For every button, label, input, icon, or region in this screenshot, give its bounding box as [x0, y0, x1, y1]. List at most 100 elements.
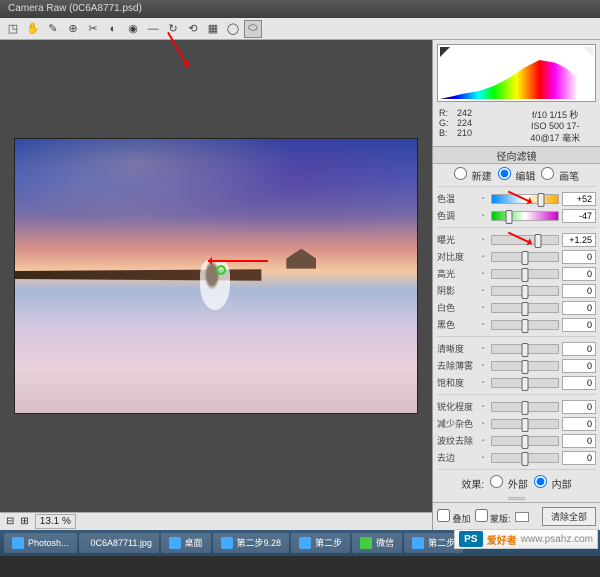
slider-value[interactable]: 0: [562, 318, 596, 332]
slider-track[interactable]: [491, 453, 559, 463]
mode-new[interactable]: 新建: [454, 167, 492, 183]
slider-thumb[interactable]: [522, 285, 529, 299]
tool-eyedropper[interactable]: ✎: [44, 20, 62, 38]
slider-value[interactable]: 0: [562, 359, 596, 373]
slider-track[interactable]: [491, 361, 559, 371]
slider-defringe[interactable]: 去边-0: [437, 449, 596, 466]
tool-brush[interactable]: —: [144, 20, 162, 38]
slider-value[interactable]: 0: [562, 376, 596, 390]
slider-track[interactable]: [491, 402, 559, 412]
mask-color-swatch[interactable]: [515, 512, 529, 522]
slider-track[interactable]: [491, 303, 559, 313]
task-item[interactable]: Photosh...: [4, 533, 77, 553]
tool-settings[interactable]: ▦: [204, 20, 222, 38]
task-item[interactable]: 桌面: [161, 533, 211, 553]
panel-footer: 叠加 蒙版: 清除全部: [433, 502, 600, 530]
slider-thumb[interactable]: [522, 418, 529, 432]
slider-track[interactable]: [491, 344, 559, 354]
watermark-logo: PS: [459, 531, 483, 547]
drag-handle[interactable]: ═══: [433, 494, 600, 502]
slider-track[interactable]: [491, 252, 559, 262]
slider-dehaze[interactable]: 去除薄雾-0: [437, 357, 596, 374]
slider-thumb[interactable]: [522, 343, 529, 357]
slider-thumb[interactable]: [522, 435, 529, 449]
slider-thumb[interactable]: [537, 193, 544, 207]
slider-value[interactable]: 0: [562, 342, 596, 356]
tool-radial[interactable]: ⬭: [244, 20, 262, 38]
tool-rotate[interactable]: ⟲: [184, 20, 202, 38]
shadow-clip-icon[interactable]: [440, 47, 450, 57]
slider-thumb[interactable]: [522, 319, 529, 333]
slider-thumb[interactable]: [522, 268, 529, 282]
task-item[interactable]: 0C6A87711.jpg: [79, 533, 159, 553]
slider-value[interactable]: +52: [562, 192, 596, 206]
mask-checkbox[interactable]: 蒙版:: [475, 509, 511, 525]
effect-outside[interactable]: 外部: [490, 475, 528, 491]
slider-value[interactable]: 0: [562, 301, 596, 315]
task-item[interactable]: 第二步: [291, 533, 350, 553]
tool-clone[interactable]: ↻: [164, 20, 182, 38]
tool-eye[interactable]: ◉: [124, 20, 142, 38]
slider-track[interactable]: [491, 436, 559, 446]
overlay-checkbox[interactable]: 叠加: [437, 509, 471, 525]
minus-icon: -: [478, 285, 488, 296]
highlight-clip-icon[interactable]: [583, 47, 593, 57]
preview-image[interactable]: [14, 138, 417, 414]
tool-adjust[interactable]: ◯: [224, 20, 242, 38]
slider-sharpness[interactable]: 锐化程度-0: [437, 398, 596, 415]
tool-hand[interactable]: ✋: [24, 20, 42, 38]
slider-tint[interactable]: 色调--47: [437, 207, 596, 224]
mode-edit[interactable]: 编辑: [498, 167, 536, 183]
slider-noise-lum[interactable]: 减少杂色-0: [437, 415, 596, 432]
slider-thumb[interactable]: [522, 377, 529, 391]
slider-value[interactable]: 0: [562, 250, 596, 264]
slider-thumb[interactable]: [522, 302, 529, 316]
histogram[interactable]: [437, 44, 596, 102]
slider-value[interactable]: -47: [562, 209, 596, 223]
task-item[interactable]: 第二步9.28: [213, 533, 290, 553]
mode-brush[interactable]: 画笔: [541, 167, 579, 183]
slider-track[interactable]: [491, 320, 559, 330]
slider-highlights[interactable]: 高光-0: [437, 265, 596, 282]
slider-saturation[interactable]: 饱和度-0: [437, 374, 596, 391]
minus-icon: -: [478, 418, 488, 429]
slider-track[interactable]: [491, 269, 559, 279]
slider-thumb[interactable]: [522, 452, 529, 466]
slider-track[interactable]: [491, 378, 559, 388]
slider-shadows[interactable]: 阴影-0: [437, 282, 596, 299]
clear-all-button[interactable]: 清除全部: [542, 507, 596, 526]
slider-value[interactable]: 0: [562, 400, 596, 414]
slider-thumb[interactable]: [522, 401, 529, 415]
slider-value[interactable]: 0: [562, 284, 596, 298]
task-item[interactable]: 微信: [352, 533, 402, 553]
slider-label: 色温: [437, 192, 475, 205]
slider-value[interactable]: +1.25: [562, 233, 596, 247]
slider-track[interactable]: [491, 286, 559, 296]
panel-tab-label: 径向滤镜: [433, 146, 600, 164]
tool-pointer[interactable]: ◳: [4, 20, 22, 38]
slider-whites[interactable]: 白色-0: [437, 299, 596, 316]
slider-value[interactable]: 0: [562, 417, 596, 431]
slider-contrast[interactable]: 对比度-0: [437, 248, 596, 265]
zoom-level[interactable]: 13.1 %: [35, 514, 76, 529]
tool-spot[interactable]: ◐: [104, 20, 122, 38]
radial-pin[interactable]: [216, 265, 226, 275]
zoom-out-icon[interactable]: ⊟: [6, 516, 14, 527]
slider-temperature[interactable]: 色温-+52: [437, 190, 596, 207]
zoom-in-icon[interactable]: ⊞: [20, 516, 28, 527]
slider-thumb[interactable]: [522, 360, 529, 374]
effect-inside[interactable]: 内部: [534, 475, 572, 491]
slider-value[interactable]: 0: [562, 267, 596, 281]
slider-thumb[interactable]: [506, 210, 513, 224]
slider-exposure[interactable]: 曝光-+1.25: [437, 231, 596, 248]
slider-moire[interactable]: 波纹去除-0: [437, 432, 596, 449]
slider-thumb[interactable]: [522, 251, 529, 265]
slider-blacks[interactable]: 黑色-0: [437, 316, 596, 333]
slider-value[interactable]: 0: [562, 451, 596, 465]
tool-target[interactable]: ⊕: [64, 20, 82, 38]
slider-clarity[interactable]: 清晰度-0: [437, 340, 596, 357]
slider-track[interactable]: [491, 211, 559, 221]
slider-track[interactable]: [491, 419, 559, 429]
slider-value[interactable]: 0: [562, 434, 596, 448]
tool-crop[interactable]: ✂: [84, 20, 102, 38]
